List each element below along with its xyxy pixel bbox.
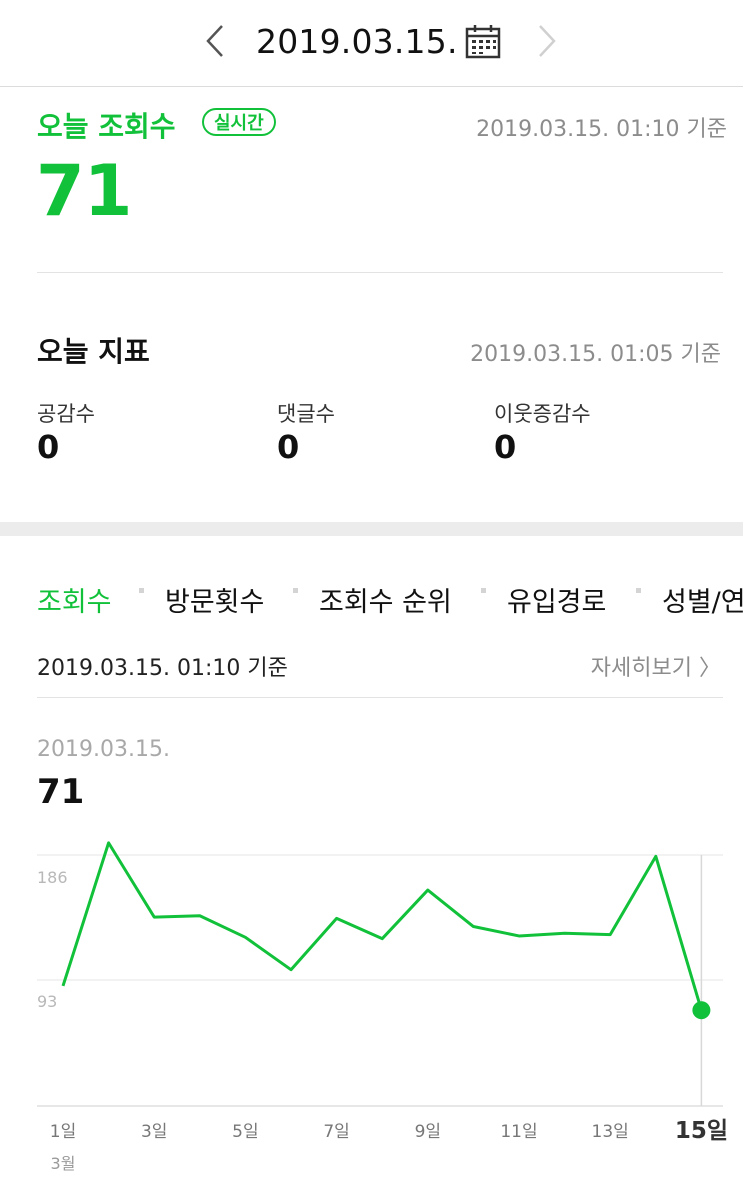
chevron-left-icon	[206, 25, 223, 57]
tab-views[interactable]: 조회수	[37, 580, 112, 620]
date-header: 2019.03.15.	[0, 0, 743, 87]
x-tick-label: 3일	[141, 1122, 167, 1142]
tab-separator	[636, 588, 641, 593]
views-line-chart[interactable]: 93 186 1일 3일 5일 7일 9일 11일 13일 15일 3월	[0, 830, 743, 1188]
page-title: 2019.03.15.	[256, 22, 458, 61]
tab-separator	[481, 588, 486, 593]
stats-tab-bar: 조회수 방문횟수 조회수 순위 유입경로 성별/연	[0, 580, 743, 620]
chevron-right-icon	[539, 25, 556, 57]
tab-gender-age[interactable]: 성별/연	[662, 580, 743, 619]
tab-views-rank[interactable]: 조회수 순위	[319, 580, 452, 619]
neighbors-change-label: 이웃증감수	[494, 402, 591, 426]
realtime-badge: 실시간	[202, 108, 276, 136]
x-tick-label: 5일	[232, 1122, 258, 1142]
x-tick-label: 9일	[415, 1122, 441, 1142]
today-views-count: 71	[36, 150, 132, 232]
today-views-timestamp: 2019.03.15. 01:10 기준	[476, 117, 727, 142]
tab-visits[interactable]: 방문횟수	[165, 580, 264, 619]
views-series-line	[61, 841, 703, 1011]
prev-date-button[interactable]	[198, 18, 232, 64]
comments-label: 댓글수	[277, 402, 335, 426]
divider	[37, 272, 723, 273]
today-metrics-title: 오늘 지표	[37, 335, 150, 368]
x-tick-label: 7일	[323, 1122, 349, 1142]
calendar-button[interactable]	[464, 22, 502, 60]
x-tick-label: 15일	[675, 1118, 728, 1144]
selected-date: 2019.03.15.	[37, 737, 170, 762]
selected-data-point	[692, 1001, 711, 1020]
selected-value: 71	[37, 772, 85, 812]
today-metrics-timestamp: 2019.03.15. 01:05 기준	[470, 342, 721, 367]
neighbors-change-value: 0	[494, 428, 517, 466]
tab-separator	[293, 588, 298, 593]
calendar-icon	[465, 25, 501, 59]
x-tick-label: 11일	[500, 1122, 537, 1142]
divider	[37, 697, 723, 698]
x-tick-label: 13일	[592, 1122, 629, 1142]
today-views-label: 오늘 조회수	[37, 110, 176, 143]
view-details-link[interactable]: 자세히보기 〉	[591, 650, 721, 682]
month-label: 3월	[51, 1154, 76, 1173]
section-divider	[0, 522, 743, 536]
likes-label: 공감수	[37, 402, 95, 426]
comments-value: 0	[277, 428, 300, 466]
tab-referrer[interactable]: 유입경로	[507, 580, 606, 619]
likes-value: 0	[37, 428, 60, 466]
tab-separator	[139, 588, 144, 593]
x-tick-label: 1일	[50, 1122, 76, 1142]
next-date-button[interactable]	[530, 18, 564, 64]
y-tick-label: 93	[37, 992, 57, 1011]
y-tick-label: 186	[37, 868, 68, 887]
stats-timestamp: 2019.03.15. 01:10 기준	[37, 656, 288, 681]
